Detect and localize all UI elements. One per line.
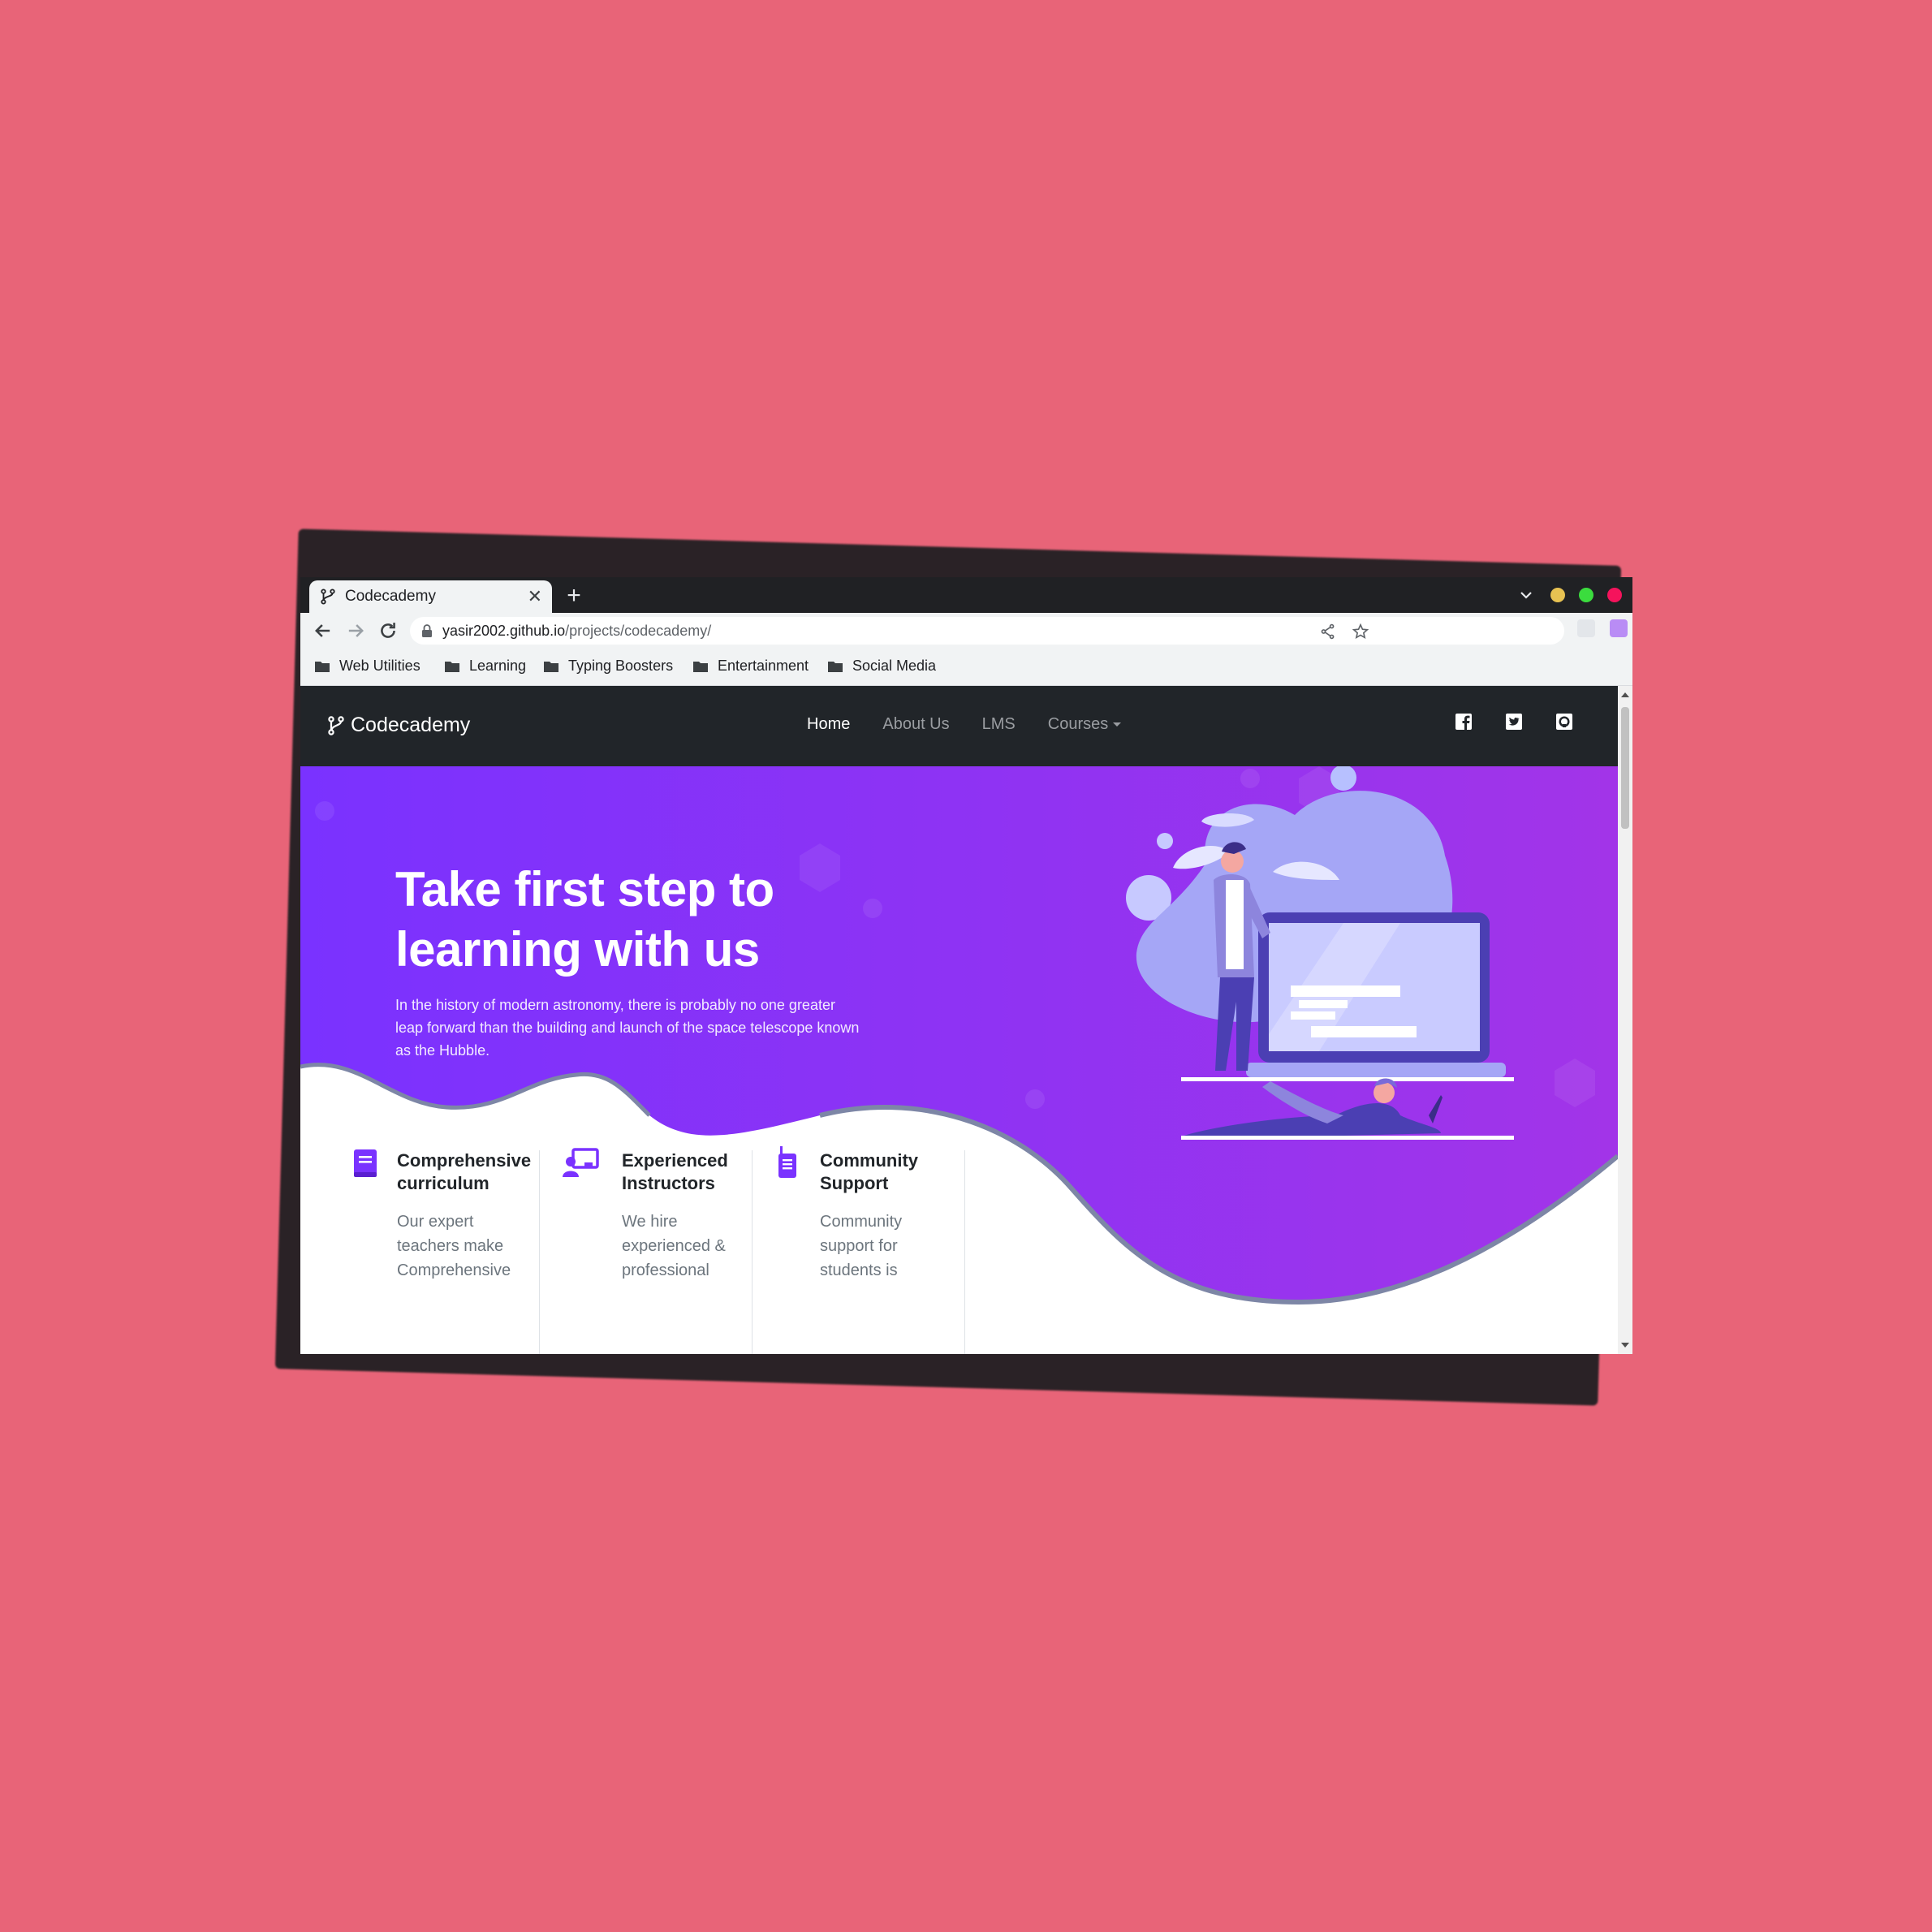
scroll-up-arrow-icon[interactable] bbox=[1621, 692, 1629, 697]
facebook-icon[interactable] bbox=[1454, 712, 1473, 731]
browser-toolbar: yasir2002.github.io/projects/codecademy/ bbox=[300, 613, 1632, 649]
bookmark-folder[interactable]: Web Utilities bbox=[315, 658, 420, 675]
reload-icon[interactable] bbox=[377, 619, 399, 642]
feature-title-line: Support bbox=[820, 1173, 889, 1193]
bookmark-label: Web Utilities bbox=[339, 658, 420, 674]
folder-icon bbox=[315, 661, 330, 672]
back-arrow-icon[interactable] bbox=[312, 619, 334, 642]
tab-title: Codecademy bbox=[345, 588, 436, 605]
web-page: Take first step to learning with us In t… bbox=[300, 686, 1618, 1354]
hero-illustration bbox=[1126, 765, 1514, 1140]
minimize-button[interactable] bbox=[1550, 588, 1565, 602]
nav-courses-label: Courses bbox=[1047, 715, 1109, 733]
folder-icon bbox=[828, 661, 843, 672]
new-tab-button[interactable]: + bbox=[560, 582, 588, 610]
book-icon bbox=[354, 1149, 377, 1177]
url-host: yasir2002.github.io bbox=[442, 622, 566, 639]
feature-title-line: Comprehensive bbox=[397, 1150, 532, 1171]
feature-text: Our expert teachers make Comprehensive bbox=[397, 1210, 519, 1283]
lock-icon bbox=[422, 624, 432, 637]
browser-window: Codecademy ✕ + yasir2002.github.io/proje… bbox=[300, 577, 1632, 1354]
hero-description: In the history of modern astronomy, ther… bbox=[395, 997, 860, 1059]
feature-text-line: Our expert bbox=[397, 1213, 474, 1231]
nav-home[interactable]: Home bbox=[807, 715, 850, 734]
bookmarks-bar: Web Utilities Learning Typing Boosters E… bbox=[300, 649, 1632, 686]
feature-divider bbox=[539, 1150, 540, 1354]
nav-about-us[interactable]: About Us bbox=[882, 715, 949, 734]
bookmark-star-icon[interactable] bbox=[1352, 623, 1369, 640]
folder-icon bbox=[693, 661, 708, 672]
bookmark-label: Learning bbox=[469, 658, 527, 674]
brand-name: Codecademy bbox=[351, 714, 471, 736]
codecademy-favicon-icon bbox=[321, 589, 335, 605]
git-branch-icon bbox=[328, 715, 344, 735]
hero-title: Take first step to learning with us bbox=[395, 860, 850, 980]
feature-text-line: We hire bbox=[622, 1213, 678, 1231]
feature-text-line: professional bbox=[622, 1261, 709, 1279]
walkie-talkie-icon bbox=[778, 1146, 796, 1178]
address-bar[interactable]: yasir2002.github.io/projects/codecademy/ bbox=[410, 617, 1564, 645]
feature-divider bbox=[964, 1150, 965, 1354]
page-scrollbar[interactable] bbox=[1618, 686, 1632, 1354]
extension-icon[interactable] bbox=[1577, 619, 1595, 637]
bookmark-folder[interactable]: Social Media bbox=[828, 658, 936, 675]
tab-codecademy[interactable]: Codecademy ✕ bbox=[309, 580, 552, 613]
folder-icon bbox=[445, 661, 459, 672]
extension-icon[interactable] bbox=[1610, 619, 1628, 637]
feature-text-line: teachers make bbox=[397, 1237, 504, 1255]
brand-logo[interactable]: Codecademy bbox=[326, 714, 470, 737]
feature-text: Community support for students is bbox=[820, 1210, 942, 1283]
bookmark-folder[interactable]: Entertainment bbox=[693, 658, 809, 675]
tab-close-icon[interactable]: ✕ bbox=[528, 588, 542, 606]
forward-arrow-icon[interactable] bbox=[344, 619, 367, 642]
feature-title-line: Community bbox=[820, 1150, 918, 1171]
main-nav: Home About Us LMS Courses bbox=[807, 715, 1154, 734]
bookmark-label: Entertainment bbox=[718, 658, 809, 674]
scrollbar-thumb[interactable] bbox=[1621, 707, 1629, 829]
caret-down-icon bbox=[1113, 722, 1122, 727]
feature-text-line: Community bbox=[820, 1213, 903, 1231]
nav-lms[interactable]: LMS bbox=[982, 715, 1016, 734]
tab-search-chevron-icon[interactable] bbox=[1516, 585, 1536, 605]
feature-title-line: Instructors bbox=[622, 1173, 715, 1193]
feature-title: Community Support bbox=[820, 1149, 966, 1195]
feature-title-line: curriculum bbox=[397, 1173, 489, 1193]
scroll-down-arrow-icon[interactable] bbox=[1621, 1343, 1629, 1348]
feature-divider bbox=[752, 1150, 753, 1354]
feature-title-line: Experienced bbox=[622, 1150, 728, 1171]
maximize-button[interactable] bbox=[1579, 588, 1593, 602]
feature-text: We hire experienced & professional bbox=[622, 1210, 744, 1283]
feature-title: Experienced Instructors bbox=[622, 1149, 768, 1195]
bookmark-label: Social Media bbox=[852, 658, 937, 674]
instructor-icon bbox=[563, 1148, 599, 1177]
close-window-button[interactable] bbox=[1607, 588, 1622, 602]
share-icon[interactable] bbox=[1319, 623, 1337, 640]
tab-strip: Codecademy ✕ + bbox=[300, 577, 1632, 613]
hero-title-line: Take first step to bbox=[395, 862, 774, 916]
site-navbar: Codecademy Home About Us LMS Courses bbox=[300, 686, 1618, 766]
feature-text-line: Comprehensive bbox=[397, 1261, 511, 1279]
nav-courses[interactable]: Courses bbox=[1047, 715, 1122, 734]
feature-title: Comprehensive curriculum bbox=[397, 1149, 543, 1195]
hero-title-line: learning with us bbox=[395, 922, 760, 977]
bookmark-label: Typing Boosters bbox=[568, 658, 674, 674]
folder-icon bbox=[544, 661, 558, 672]
twitter-icon[interactable] bbox=[1504, 712, 1524, 731]
bookmark-folder[interactable]: Typing Boosters bbox=[544, 658, 673, 675]
feature-text-line: support for bbox=[820, 1237, 898, 1255]
url-path: /projects/codecademy/ bbox=[565, 622, 712, 639]
url-text: yasir2002.github.io/projects/codecademy/ bbox=[442, 623, 711, 640]
feature-text-line: experienced & bbox=[622, 1237, 726, 1255]
bookmark-folder[interactable]: Learning bbox=[445, 658, 526, 675]
feature-text-line: students is bbox=[820, 1261, 898, 1279]
github-icon[interactable] bbox=[1555, 712, 1574, 731]
